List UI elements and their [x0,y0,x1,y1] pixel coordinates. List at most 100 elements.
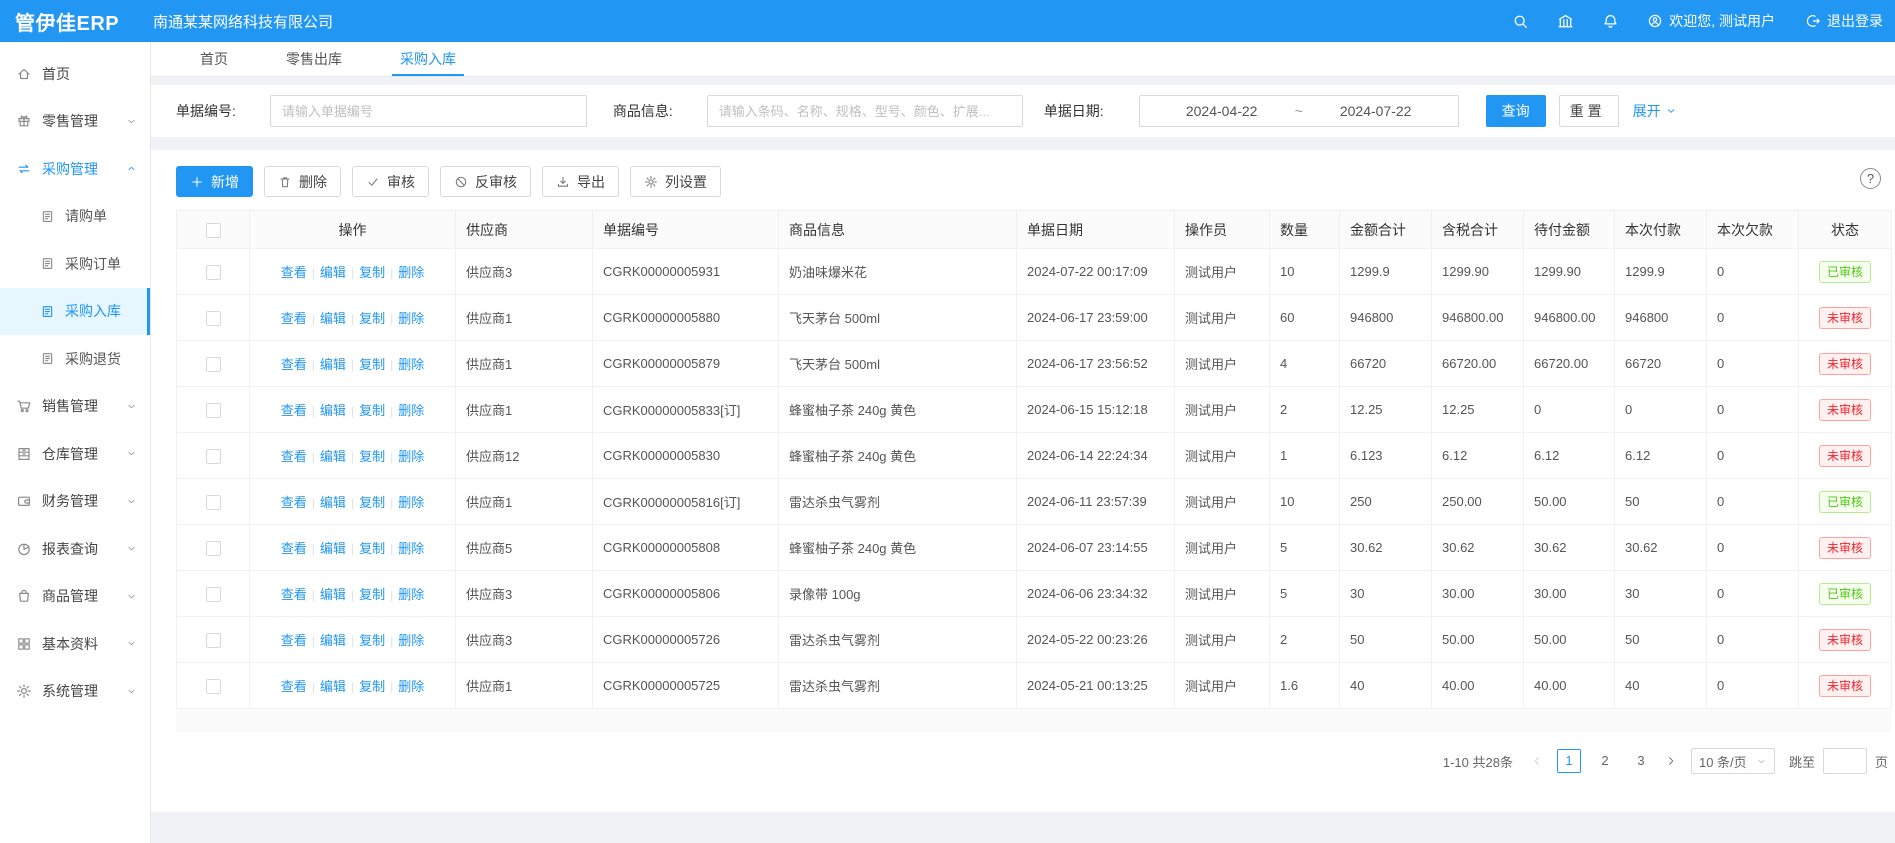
select-checkbox[interactable] [206,449,221,464]
action-link-复制[interactable]: 复制 [359,541,385,556]
table-scrollbar-track[interactable] [176,710,1891,732]
date-to-value[interactable]: 2024-07-22 [1311,103,1441,119]
search-icon[interactable] [1512,13,1529,30]
action-link-编辑[interactable]: 编辑 [320,541,346,556]
sidebar-item-请购单[interactable]: 请购单 [0,193,150,241]
action-link-编辑[interactable]: 编辑 [320,357,346,372]
sidebar-item-采购退货[interactable]: 采购退货 [0,335,150,383]
反审核-button[interactable]: 反审核 [440,166,531,197]
action-link-复制[interactable]: 复制 [359,495,385,510]
action-link-编辑[interactable]: 编辑 [320,403,346,418]
action-link-编辑[interactable]: 编辑 [320,633,346,648]
action-link-查看[interactable]: 查看 [281,633,307,648]
page-number-1[interactable]: 1 [1557,749,1581,773]
button-label: 删除 [299,172,327,192]
prev-page-icon[interactable] [1531,755,1543,767]
sidebar-item-财务管理[interactable]: 财务管理 [0,478,150,526]
select-checkbox[interactable] [206,357,221,372]
action-link-查看[interactable]: 查看 [281,265,307,280]
action-link-复制[interactable]: 复制 [359,587,385,602]
page-size-select[interactable]: 10 条/页 [1691,748,1775,774]
expand-link[interactable]: 展开 [1633,101,1677,121]
action-link-复制[interactable]: 复制 [359,449,385,464]
sidebar-item-基本资料[interactable]: 基本资料 [0,620,150,668]
action-link-查看[interactable]: 查看 [281,357,307,372]
sidebar-item-采购入库[interactable]: 采购入库 [0,288,150,336]
bank-icon[interactable] [1557,13,1574,30]
action-link-复制[interactable]: 复制 [359,265,385,280]
action-link-编辑[interactable]: 编辑 [320,311,346,326]
action-link-查看[interactable]: 查看 [281,449,307,464]
action-link-查看[interactable]: 查看 [281,403,307,418]
select-checkbox[interactable] [206,311,221,326]
sidebar-item-采购订单[interactable]: 采购订单 [0,240,150,288]
date-from-value[interactable]: 2024-04-22 [1157,103,1287,119]
sidebar-item-系统管理[interactable]: 系统管理 [0,668,150,716]
action-link-删除[interactable]: 删除 [398,449,424,464]
action-link-删除[interactable]: 删除 [398,633,424,648]
action-link-删除[interactable]: 删除 [398,679,424,694]
sidebar-item-报表查询[interactable]: 报表查询 [0,525,150,573]
bell-icon[interactable] [1602,13,1619,30]
action-link-编辑[interactable]: 编辑 [320,265,346,280]
action-link-编辑[interactable]: 编辑 [320,495,346,510]
action-link-复制[interactable]: 复制 [359,357,385,372]
select-checkbox[interactable] [206,403,221,418]
tab-零售出库[interactable]: 零售出库 [286,42,342,76]
page-number-2[interactable]: 2 [1593,749,1617,773]
select-checkbox[interactable] [206,587,221,602]
删除-button[interactable]: 删除 [264,166,341,197]
user-welcome[interactable]: 欢迎您, 测试用户 [1647,11,1775,31]
审核-button[interactable]: 审核 [352,166,429,197]
select-checkbox[interactable] [206,633,221,648]
action-link-编辑[interactable]: 编辑 [320,587,346,602]
action-link-查看[interactable]: 查看 [281,587,307,602]
date-range-picker[interactable]: 2024-04-22 ~ 2024-07-22 [1139,95,1459,127]
tab-首页[interactable]: 首页 [200,42,228,76]
select-all-checkbox[interactable] [206,223,221,238]
select-checkbox[interactable] [206,265,221,280]
action-link-编辑[interactable]: 编辑 [320,679,346,694]
action-link-删除[interactable]: 删除 [398,495,424,510]
action-link-复制[interactable]: 复制 [359,679,385,694]
sidebar-item-仓库管理[interactable]: 仓库管理 [0,430,150,478]
action-link-查看[interactable]: 查看 [281,679,307,694]
action-link-编辑[interactable]: 编辑 [320,449,346,464]
product-info-input[interactable] [707,95,1023,127]
sidebar-item-首页[interactable]: 首页 [0,50,150,98]
page-number-3[interactable]: 3 [1629,749,1653,773]
导出-button[interactable]: 导出 [542,166,619,197]
sidebar-item-零售管理[interactable]: 零售管理 [0,98,150,146]
sidebar-item-商品管理[interactable]: 商品管理 [0,573,150,621]
action-link-查看[interactable]: 查看 [281,495,307,510]
cell-supplier: 供应商12 [456,433,593,479]
reset-button[interactable]: 重置 [1559,95,1619,127]
新增-button[interactable]: 新增 [176,166,253,197]
action-link-删除[interactable]: 删除 [398,587,424,602]
select-checkbox[interactable] [206,495,221,510]
order-no-input[interactable] [270,95,587,127]
select-checkbox[interactable] [206,541,221,556]
action-link-删除[interactable]: 删除 [398,265,424,280]
action-link-删除[interactable]: 删除 [398,541,424,556]
action-link-复制[interactable]: 复制 [359,633,385,648]
sidebar-item-采购管理[interactable]: 采购管理 [0,145,150,193]
action-link-复制[interactable]: 复制 [359,403,385,418]
列设置-button[interactable]: 列设置 [630,166,721,197]
action-link-删除[interactable]: 删除 [398,311,424,326]
logout-button[interactable]: 退出登录 [1805,11,1883,31]
next-page-icon[interactable] [1665,755,1677,767]
action-link-删除[interactable]: 删除 [398,403,424,418]
help-icon[interactable]: ? [1860,168,1881,189]
action-link-删除[interactable]: 删除 [398,357,424,372]
action-link-查看[interactable]: 查看 [281,311,307,326]
select-checkbox[interactable] [206,679,221,694]
sidebar-item-销售管理[interactable]: 销售管理 [0,383,150,431]
jump-page-input[interactable] [1823,748,1867,774]
action-link-查看[interactable]: 查看 [281,541,307,556]
tab-采购入库[interactable]: 采购入库 [400,42,456,76]
table-row: 查看|编辑|复制|删除供应商1CGRK00000005833[订]蜂蜜柚子茶 2… [177,387,1892,433]
gear-icon [16,683,32,699]
search-button[interactable]: 查询 [1486,95,1546,127]
action-link-复制[interactable]: 复制 [359,311,385,326]
